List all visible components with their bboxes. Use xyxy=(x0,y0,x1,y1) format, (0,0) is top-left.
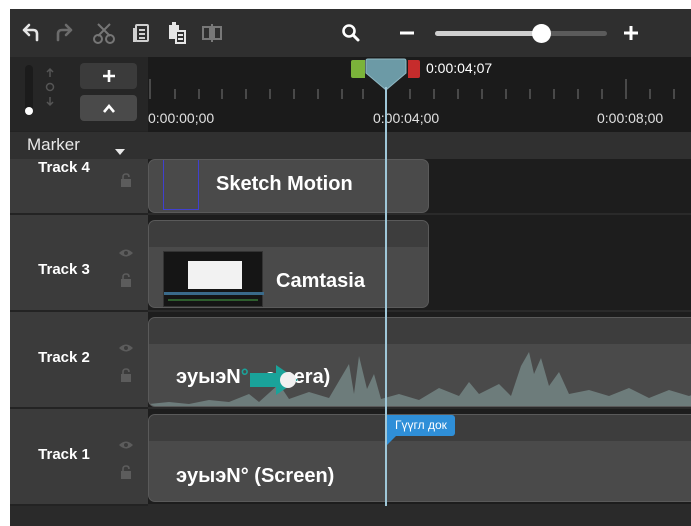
track-height-zoom-icon xyxy=(43,65,57,109)
clip-header xyxy=(149,318,691,344)
zoom-slider-fill xyxy=(435,31,542,36)
eye-icon[interactable] xyxy=(118,437,134,455)
track-3-header[interactable]: Track 3 xyxy=(10,215,148,312)
collapse-tracks-button[interactable] xyxy=(80,95,137,121)
eye-icon[interactable] xyxy=(118,340,134,358)
zoom-out-icon[interactable] xyxy=(391,17,423,49)
clip-thumbnail xyxy=(163,251,264,307)
track-name: Track 1 xyxy=(38,446,90,463)
playhead-handle[interactable] xyxy=(364,57,408,91)
clip-label: эуыэN° (Screen) xyxy=(176,465,335,487)
clip-camera[interactable]: эуыэN° amera) xyxy=(148,317,691,407)
clip-label-start: эуыэN xyxy=(176,366,241,388)
lock-icon[interactable] xyxy=(120,173,132,192)
timeline-scrollbar-area[interactable] xyxy=(10,506,691,526)
cut-icon[interactable] xyxy=(88,17,120,49)
playhead-line[interactable] xyxy=(385,87,387,517)
redo-icon[interactable] xyxy=(49,17,81,49)
track-2-lane[interactable]: эуыэN° amera) xyxy=(148,312,691,409)
playhead-timecode: 0:00:04;07 xyxy=(426,60,493,76)
clip-thumbnail xyxy=(163,160,199,210)
lock-icon[interactable] xyxy=(120,273,132,292)
ruler-label-mid: 0:00:04;00 xyxy=(373,110,440,126)
timeline-panel: 0:00:00;00 0:00:04;00 0:00:08;00 0:00:04… xyxy=(10,9,691,526)
clip-label: Camtasia xyxy=(276,270,365,292)
timeline-toolbar xyxy=(10,9,691,57)
zoom-slider[interactable] xyxy=(435,24,607,43)
clip-label: Sketch Motion xyxy=(216,173,353,195)
track-4-header[interactable]: Track 4 xyxy=(10,159,148,215)
time-ruler[interactable]: 0:00:00;00 0:00:04;00 0:00:08;00 0:00:04… xyxy=(148,57,691,132)
out-point-handle[interactable] xyxy=(408,60,420,78)
split-icon[interactable] xyxy=(196,17,228,49)
eye-icon[interactable] xyxy=(118,245,134,263)
marker-tag: Гүүгл док xyxy=(387,415,455,436)
zoom-icon[interactable] xyxy=(335,17,367,49)
copy-icon[interactable] xyxy=(125,17,157,49)
camera-annotation-arrow-icon xyxy=(246,363,306,402)
chevron-up-icon xyxy=(102,103,115,113)
zoom-in-icon[interactable] xyxy=(615,17,647,49)
track-4-lane[interactable]: Sketch Motion xyxy=(148,159,691,215)
track-height-slider[interactable] xyxy=(25,65,33,115)
add-track-button[interactable] xyxy=(80,63,137,89)
track-name: Track 3 xyxy=(38,261,90,278)
marker-pointer xyxy=(387,436,396,445)
track-height-thumb[interactable] xyxy=(25,107,33,115)
in-point-handle[interactable] xyxy=(351,60,365,78)
track-name: Track 2 xyxy=(38,349,90,366)
zoom-slider-thumb[interactable] xyxy=(532,24,551,43)
track-name: Track 4 xyxy=(38,159,90,176)
track-2-header[interactable]: Track 2 xyxy=(10,312,148,409)
marker-track-row[interactable]: Marker xyxy=(10,132,691,159)
lock-icon[interactable] xyxy=(120,368,132,387)
ruler-label-start: 0:00:00;00 xyxy=(148,110,215,126)
undo-icon[interactable] xyxy=(14,17,46,49)
ruler-label-end: 0:00:08;00 xyxy=(597,110,664,126)
track-controls-header xyxy=(10,57,148,131)
paste-icon[interactable] xyxy=(161,17,193,49)
marker-label: Marker xyxy=(27,135,80,154)
lock-icon[interactable] xyxy=(120,465,132,484)
plus-icon xyxy=(102,70,115,82)
track-3-lane[interactable]: Camtasia xyxy=(148,215,691,312)
track-1-header[interactable]: Track 1 xyxy=(10,409,148,506)
